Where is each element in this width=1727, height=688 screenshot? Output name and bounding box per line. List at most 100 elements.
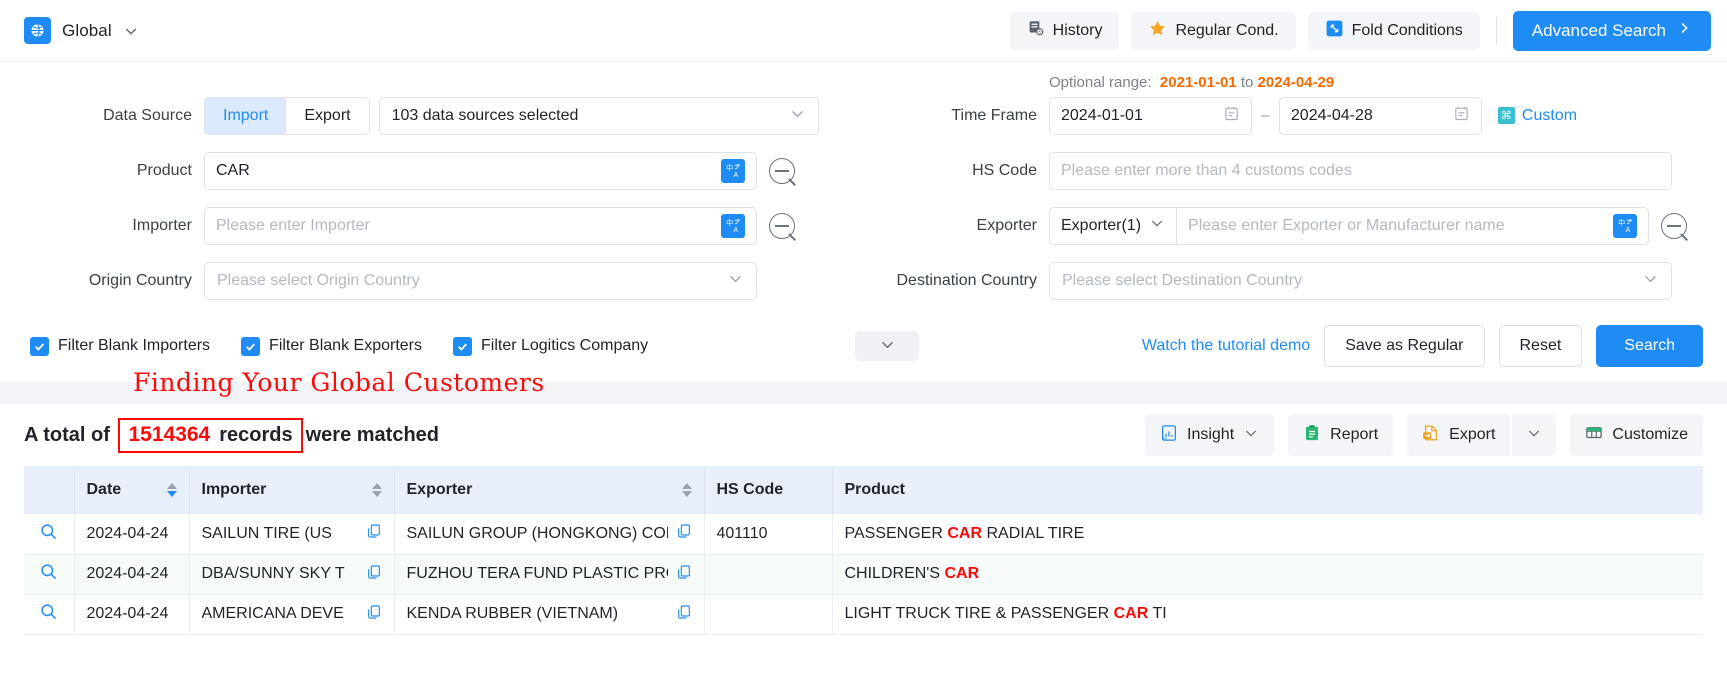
copy-icon[interactable]: [358, 523, 382, 544]
filter-blank-exporters-checkbox[interactable]: Filter Blank Exporters: [241, 336, 422, 356]
data-sources-value: 103 data sources selected: [391, 106, 579, 124]
history-button[interactable]: History: [1009, 11, 1120, 50]
exclude-search-icon[interactable]: [1661, 212, 1688, 239]
table-header-hs-code: HS Code: [704, 466, 833, 514]
copy-icon[interactable]: [668, 564, 692, 585]
magnifier-icon[interactable]: [39, 524, 58, 545]
custom-range-label: Custom: [1521, 106, 1578, 124]
optional-range: Optional range: 2021-01-01 to 2024-04-29: [1049, 62, 1703, 91]
results-total: A total of 1514364 records were matched: [24, 417, 440, 453]
table-header-date[interactable]: Date: [74, 466, 190, 514]
translate-icon[interactable]: 中 A: [721, 158, 745, 183]
row-detail-cell[interactable]: [24, 554, 75, 595]
regular-conditions-button[interactable]: Regular Cond.: [1131, 11, 1296, 50]
table-header-row: Date Importer Exporter HS Code Product: [24, 466, 1703, 514]
origin-country-select[interactable]: Please select Origin Country: [204, 261, 757, 300]
hs-code-input[interactable]: Please enter more than 4 customs codes: [1049, 151, 1672, 190]
magnifier-icon[interactable]: [39, 604, 58, 625]
export-button[interactable]: Export: [1407, 414, 1511, 456]
exporter-row: Exporter Exporter(1) Please enter Export…: [854, 198, 1703, 253]
results-header: A total of 1514364 records were matched …: [24, 404, 1703, 466]
export-button-group: Export: [1407, 414, 1557, 456]
data-source-import-tab[interactable]: Import: [205, 97, 287, 134]
exclude-search-icon[interactable]: [769, 212, 795, 239]
table-columns-icon: [1585, 424, 1603, 447]
row-detail-cell[interactable]: [24, 594, 75, 635]
table-body: 2024-04-24 SAILUN TIRE (US SAILUN GROUP …: [24, 514, 1703, 635]
exclude-search-icon[interactable]: [769, 157, 795, 184]
region-selector[interactable]: Global: [24, 17, 139, 44]
filter-logistics-company-checkbox[interactable]: Filter Logitics Company: [452, 336, 648, 356]
form-grid: Data Source Import Export 103 data sourc…: [24, 62, 1703, 308]
row-exporter: FUZHOU TERA FUND PLASTIC PRO: [394, 554, 705, 595]
chevron-down-icon: [727, 270, 744, 292]
sort-toggle-importer[interactable]: [371, 483, 382, 497]
checkbox-checked-icon: [452, 336, 472, 356]
copy-icon[interactable]: [668, 523, 692, 544]
grid-icon: ⌘: [1497, 107, 1515, 124]
importer-input[interactable]: Please enter Importer 中 A: [204, 206, 757, 245]
export-options-button[interactable]: [1512, 414, 1557, 456]
product-input[interactable]: CAR 中 A: [204, 151, 757, 190]
row-detail-cell[interactable]: [24, 514, 75, 555]
search-button[interactable]: Search: [1596, 325, 1703, 367]
destination-country-select[interactable]: Please select Destination Country: [1049, 261, 1672, 300]
top-bar-actions: History Regular Cond. Fold Conditions Ad…: [1009, 10, 1711, 51]
row-product-highlight: CAR: [947, 524, 983, 542]
optional-range-start: 2021-01-01: [1159, 74, 1237, 91]
row-importer-value: SAILUN TIRE (US: [201, 524, 332, 542]
data-source-toggle[interactable]: Import Export: [204, 96, 370, 135]
chevron-down-icon[interactable]: [123, 23, 139, 39]
row-date: 2024-04-24: [74, 594, 190, 635]
exporter-input[interactable]: Please enter Exporter or Manufacturer na…: [1176, 206, 1650, 245]
reset-button[interactable]: Reset: [1498, 325, 1583, 367]
data-source-export-tab[interactable]: Export: [286, 97, 369, 134]
data-sources-select[interactable]: 103 data sources selected: [378, 96, 819, 135]
importer-row: Importer Please enter Importer 中 A: [24, 198, 854, 253]
destination-country-placeholder: Please select Destination Country: [1062, 271, 1303, 289]
optional-range-prefix: Optional range:: [1049, 74, 1152, 91]
custom-range-button[interactable]: ⌘ Custom: [1497, 106, 1578, 125]
magnifier-icon[interactable]: [39, 564, 58, 585]
filter-blank-importers-checkbox[interactable]: Filter Blank Importers: [30, 336, 210, 356]
row-date: 2024-04-24: [74, 514, 190, 555]
insight-button[interactable]: BI Insight: [1145, 414, 1275, 456]
time-frame-end-input[interactable]: 2024-04-28: [1278, 96, 1482, 135]
optional-range-middle: to: [1240, 74, 1254, 91]
table-header-exporter[interactable]: Exporter: [394, 466, 705, 514]
region-label: Global: [62, 20, 112, 40]
insight-label: Insight: [1187, 426, 1235, 443]
export-label: Export: [1449, 426, 1496, 443]
table-header-date-label: Date: [86, 481, 122, 498]
checkbox-checked-icon: [30, 336, 49, 356]
total-count-highlight: 1514364 records: [118, 417, 303, 453]
sort-toggle-exporter[interactable]: [681, 483, 692, 497]
tutorial-demo-link[interactable]: Watch the tutorial demo: [1142, 337, 1310, 355]
total-suffix: were matched: [305, 423, 440, 446]
fold-conditions-button[interactable]: Fold Conditions: [1307, 11, 1480, 50]
copy-icon[interactable]: [668, 604, 692, 625]
exporter-mode-select[interactable]: Exporter(1): [1049, 206, 1177, 245]
total-count: 1514364: [128, 422, 211, 446]
table-header-importer[interactable]: Importer: [189, 466, 395, 514]
expand-filters-button[interactable]: [855, 331, 920, 361]
sort-toggle-date[interactable]: [166, 483, 177, 497]
row-product-highlight: CAR: [1113, 605, 1149, 622]
save-as-regular-button[interactable]: Save as Regular: [1324, 325, 1485, 367]
destination-country-label: Destination Country: [896, 271, 1037, 289]
customize-button[interactable]: Customize: [1570, 414, 1703, 456]
time-frame-start-input[interactable]: 2024-01-01: [1049, 96, 1252, 135]
advanced-search-button[interactable]: Advanced Search: [1512, 10, 1711, 51]
translate-icon[interactable]: 中 A: [1613, 213, 1638, 238]
calendar-icon: [1453, 105, 1470, 127]
svg-text:A: A: [733, 171, 738, 179]
total-unit: records: [219, 423, 293, 446]
checkbox-checked-icon: [241, 336, 261, 356]
report-button[interactable]: Report: [1288, 414, 1394, 456]
results-table: Date Importer Exporter HS Code Product 2…: [24, 466, 1703, 635]
report-label: Report: [1330, 426, 1379, 443]
translate-icon[interactable]: 中 A: [721, 213, 745, 238]
section-divider: Finding Your Global Customers: [0, 368, 1727, 404]
copy-icon[interactable]: [358, 564, 382, 585]
copy-icon[interactable]: [358, 604, 382, 625]
